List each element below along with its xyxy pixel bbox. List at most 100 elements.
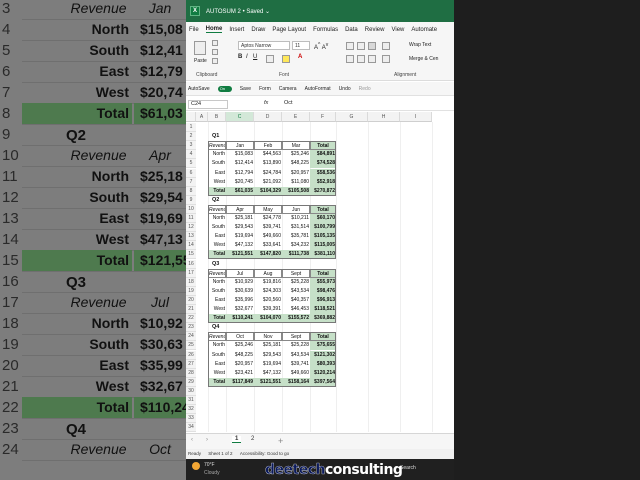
align-left-icon[interactable] (346, 55, 354, 63)
row-header[interactable]: 13 (186, 232, 196, 242)
align-bottom-icon[interactable] (368, 42, 376, 50)
scroll-right-icon[interactable]: › (206, 437, 208, 443)
undo-button[interactable]: Undo (339, 86, 351, 92)
column-header-b[interactable]: B (208, 112, 226, 122)
row-header[interactable]: 22 (186, 314, 196, 324)
row-header[interactable]: 19 (186, 286, 196, 296)
row-header[interactable]: 33 (186, 414, 196, 424)
indent-icon[interactable] (382, 55, 390, 63)
autosave-toggle[interactable]: On (217, 85, 232, 92)
row-header[interactable]: 16 (186, 259, 196, 269)
camera-button[interactable]: Camera (279, 86, 297, 92)
ribbon-tab-automate[interactable]: Automate (411, 27, 437, 33)
row-header[interactable]: 4 (186, 150, 196, 160)
italic-icon[interactable]: I (246, 54, 248, 60)
font-color-icon[interactable]: A (298, 54, 302, 60)
row-header[interactable]: 11 (186, 214, 196, 223)
font-size-select[interactable]: 11 (292, 41, 310, 50)
copy-icon[interactable] (212, 49, 218, 55)
row-header[interactable]: 1 (186, 123, 196, 132)
column-header-h[interactable]: H (368, 112, 400, 122)
row-header[interactable]: 2 (186, 132, 196, 142)
column-header-a[interactable]: A (196, 112, 208, 122)
align-right-icon[interactable] (368, 55, 376, 63)
wrap-text-button[interactable]: Wrap Text (409, 42, 431, 48)
fill-color-icon[interactable] (282, 55, 290, 63)
borders-icon[interactable] (266, 55, 274, 63)
accessibility-status[interactable]: Accessibility: Good to go (240, 451, 289, 456)
row-header[interactable]: 23 (186, 323, 196, 333)
bg-row-number: 22 (2, 399, 19, 416)
ribbon-tab-draw[interactable]: Draw (251, 27, 265, 33)
column-header-i[interactable]: I (400, 112, 432, 122)
form-button[interactable]: Form (259, 86, 271, 92)
scroll-left-icon[interactable]: ‹ (191, 437, 193, 443)
row-header[interactable]: 20 (186, 295, 196, 305)
row-header[interactable]: 6 (186, 168, 196, 178)
paste-button[interactable]: Paste (194, 58, 207, 64)
column-header-d[interactable]: D (254, 112, 282, 122)
row-header[interactable]: 3 (186, 141, 196, 151)
row-header[interactable]: 27 (186, 359, 196, 369)
autoformat-button[interactable]: AutoFormat (305, 86, 331, 92)
row-header[interactable]: 5 (186, 159, 196, 169)
underline-icon[interactable]: U (253, 54, 257, 60)
row-header[interactable]: 26 (186, 350, 196, 360)
row-header[interactable]: 29 (186, 377, 196, 387)
row-header[interactable]: 18 (186, 277, 196, 287)
column-header-e[interactable]: E (282, 112, 310, 122)
ribbon-tab-home[interactable]: Home (205, 26, 223, 33)
font-grow-icon[interactable]: A^ Av (314, 42, 328, 51)
font-name-select[interactable]: Aptos Narrow (238, 41, 290, 50)
paste-icon[interactable] (194, 41, 206, 55)
ribbon-tab-file[interactable]: File (189, 27, 199, 33)
row-header[interactable]: 28 (186, 368, 196, 378)
row-header[interactable]: 14 (186, 241, 196, 251)
column-header-f[interactable]: F (310, 112, 336, 122)
align-middle-icon[interactable] (357, 42, 365, 50)
orientation-icon[interactable] (382, 42, 390, 50)
row-header[interactable]: 9 (186, 195, 196, 205)
ribbon-tab-page-layout[interactable]: Page Layout (272, 27, 306, 33)
row-header[interactable]: 15 (186, 250, 196, 260)
row-header[interactable]: 25 (186, 341, 196, 351)
ribbon-tab-view[interactable]: View (391, 27, 404, 33)
align-center-icon[interactable] (357, 55, 365, 63)
worksheet-grid[interactable]: A B C D E F G H I 1 2 3 4 5 6 7 8 9 10 11 12 13 14 15 16 17 18 19 20… (186, 112, 454, 433)
redo-button[interactable]: Redo (359, 86, 371, 92)
select-all-corner[interactable] (186, 112, 196, 122)
bold-icon[interactable]: B (238, 54, 242, 60)
cut-icon[interactable] (212, 40, 218, 46)
add-sheet-icon[interactable]: + (278, 436, 283, 446)
row-header[interactable]: 8 (186, 186, 196, 196)
row-header[interactable]: 30 (186, 386, 196, 396)
bg-cell-value: Jan (148, 0, 172, 16)
bg-cell-value: $19,69 (140, 210, 183, 226)
formula-input[interactable]: Oct (284, 100, 293, 106)
sheet-tab-2[interactable]: 2 (248, 436, 257, 442)
row-header[interactable]: 17 (186, 268, 196, 278)
ribbon-tab-insert[interactable]: Insert (229, 27, 244, 33)
sheet-tab-1[interactable]: 1 (232, 436, 242, 443)
row-header[interactable]: 31 (186, 396, 196, 405)
row-header[interactable]: 7 (186, 177, 196, 187)
ribbon-tab-review[interactable]: Review (365, 27, 385, 33)
merge-center-button[interactable]: Merge & Cen (409, 56, 438, 62)
column-header-c[interactable]: C (226, 112, 254, 122)
row-header[interactable]: 21 (186, 305, 196, 314)
row-header[interactable]: 24 (186, 332, 196, 342)
fx-icon[interactable]: fx (264, 100, 268, 106)
name-box[interactable]: C24 (188, 100, 228, 109)
row-header[interactable]: 34 (186, 423, 196, 433)
column-header-g[interactable]: G (336, 112, 368, 122)
align-top-icon[interactable] (346, 42, 354, 50)
save-button[interactable]: Save (240, 86, 251, 92)
row-header[interactable]: 32 (186, 405, 196, 415)
ribbon-tab-formulas[interactable]: Formulas (313, 27, 338, 33)
bg-row-divider (22, 271, 186, 272)
row-header[interactable]: 12 (186, 223, 196, 233)
ribbon-tab-data[interactable]: Data (345, 27, 358, 33)
format-painter-icon[interactable] (212, 58, 218, 64)
row-header[interactable]: 10 (186, 204, 196, 214)
bg-total-fill (22, 103, 65, 124)
